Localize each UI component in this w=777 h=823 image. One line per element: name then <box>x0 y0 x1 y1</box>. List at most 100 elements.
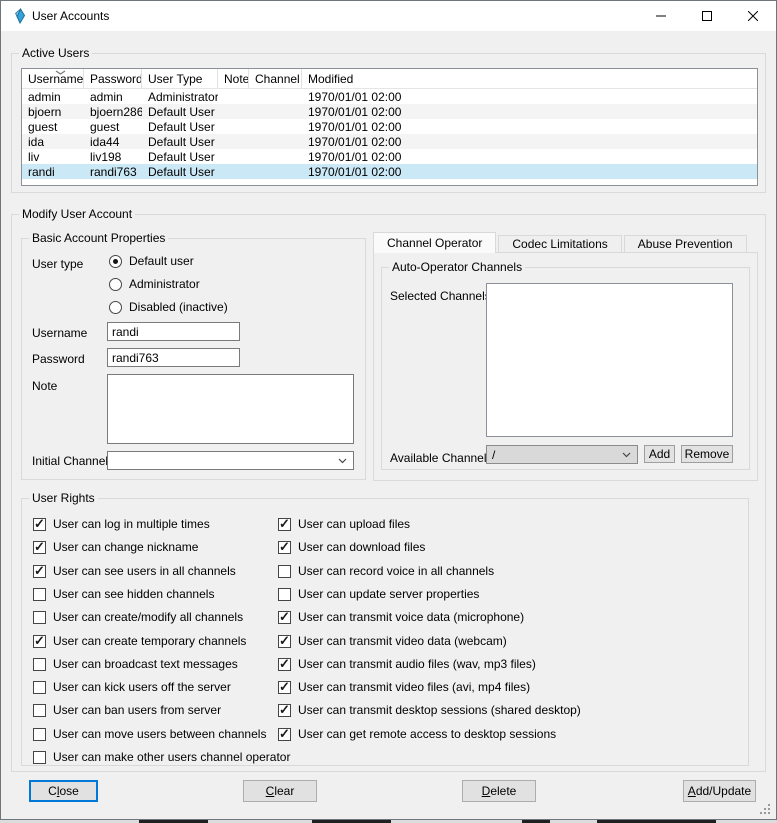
cell-username: randi <box>22 164 84 179</box>
user-right-checkbox[interactable]: User can broadcast text messages <box>33 656 238 672</box>
checked-checkbox-icon <box>33 565 46 578</box>
checked-checkbox-icon <box>278 681 291 694</box>
user-right-checkbox[interactable]: User can change nickname <box>33 539 198 555</box>
cell-password: randi763 <box>84 164 142 179</box>
maximize-button[interactable] <box>684 1 730 31</box>
user-right-checkbox[interactable]: User can get remote access to desktop se… <box>278 726 556 742</box>
cell-modified: 1970/01/01 02:00 <box>302 89 757 104</box>
minimize-icon <box>656 11 666 21</box>
checkbox-label: User can ban users from server <box>53 703 221 717</box>
table-row[interactable]: bjoernbjoern286Default User1970/01/01 02… <box>22 104 757 119</box>
password-field[interactable] <box>107 348 240 367</box>
column-header-user-type[interactable]: User Type <box>142 69 218 88</box>
unchecked-checkbox-icon <box>33 751 46 764</box>
user-right-checkbox[interactable]: User can log in multiple times <box>33 516 210 532</box>
user-right-checkbox[interactable]: User can kick users off the server <box>33 679 231 695</box>
selected-channels-listbox[interactable] <box>486 283 733 437</box>
user-right-checkbox[interactable]: User can download files <box>278 539 425 555</box>
user-right-checkbox[interactable]: User can record voice in all channels <box>278 563 494 579</box>
user-right-checkbox[interactable]: User can update server properties <box>278 586 479 602</box>
user-right-checkbox[interactable]: User can transmit video files (avi, mp4 … <box>278 679 530 695</box>
delete-button[interactable]: Delete <box>462 780 536 802</box>
checkbox-label: User can broadcast text messages <box>53 657 238 671</box>
table-row[interactable]: guestguestDefault User1970/01/01 02:00 <box>22 119 757 134</box>
cell-user_type: Default User <box>142 149 218 164</box>
table-row[interactable]: livliv198Default User1970/01/01 02:00 <box>22 149 757 164</box>
unchecked-checkbox-icon <box>278 588 291 601</box>
user-right-checkbox[interactable]: User can see users in all channels <box>33 563 236 579</box>
maximize-icon <box>702 11 712 21</box>
column-header-username[interactable]: Username <box>22 69 84 88</box>
cell-channel <box>249 89 302 104</box>
column-header-channel[interactable]: Channel <box>249 69 302 88</box>
checked-checkbox-icon <box>278 635 291 648</box>
user-type-radio-default-user[interactable]: Default user <box>109 253 194 269</box>
user-right-checkbox[interactable]: User can see hidden channels <box>33 586 214 602</box>
user-right-checkbox[interactable]: User can transmit desktop sessions (shar… <box>278 702 581 718</box>
close-button[interactable]: Close <box>29 780 98 802</box>
add-channel-button[interactable]: Add <box>644 445 675 463</box>
checkbox-label: User can update server properties <box>298 587 479 601</box>
user-accounts-dialog: User Accounts Active Users UsernamePassw… <box>0 0 777 820</box>
user-right-checkbox[interactable]: User can transmit audio files (wav, mp3 … <box>278 656 536 672</box>
user-right-checkbox[interactable]: User can upload files <box>278 516 410 532</box>
user-type-label: User type <box>32 257 83 271</box>
user-right-checkbox[interactable]: User can transmit voice data (microphone… <box>278 609 524 625</box>
close-button[interactable] <box>730 1 776 31</box>
column-header-password[interactable]: Password <box>84 69 142 88</box>
table-row[interactable]: adminadminAdministrator1970/01/01 02:00 <box>22 89 757 104</box>
tab-abuse-prevention[interactable]: Abuse Prevention <box>624 235 747 253</box>
table-row[interactable]: idaida44Default User1970/01/01 02:00 <box>22 134 757 149</box>
user-rights-group-label: User Rights <box>29 491 98 505</box>
tab-channel-operator[interactable]: Channel Operator <box>373 232 496 253</box>
cell-modified: 1970/01/01 02:00 <box>302 149 757 164</box>
checkbox-label: User can move users between channels <box>53 727 266 741</box>
cell-channel <box>249 164 302 179</box>
checkbox-label: User can get remote access to desktop se… <box>298 727 556 741</box>
user-right-checkbox[interactable]: User can move users between channels <box>33 726 266 742</box>
user-right-checkbox[interactable]: User can transmit video data (webcam) <box>278 633 507 649</box>
unchecked-checkbox-icon <box>33 728 46 741</box>
add-update-button[interactable]: Add/Update <box>683 780 756 802</box>
checkbox-label: User can change nickname <box>53 540 198 554</box>
chevron-down-icon <box>338 458 347 464</box>
column-header-note[interactable]: Note <box>218 69 249 88</box>
clear-button[interactable]: Clear <box>243 780 317 802</box>
checkbox-label: User can see users in all channels <box>53 564 236 578</box>
cell-note <box>218 149 249 164</box>
cell-channel <box>249 119 302 134</box>
cell-modified: 1970/01/01 02:00 <box>302 134 757 149</box>
available-channels-combobox[interactable]: / <box>486 445 638 464</box>
username-field[interactable] <box>107 322 240 341</box>
cell-username: liv <box>22 149 84 164</box>
column-header-modified[interactable]: Modified <box>302 69 757 88</box>
user-right-checkbox[interactable]: User can create/modify all channels <box>33 609 243 625</box>
user-right-checkbox[interactable]: User can create temporary channels <box>33 633 246 649</box>
minimize-button[interactable] <box>638 1 684 31</box>
cell-user_type: Default User <box>142 164 218 179</box>
user-type-radio-disabled-inactive-[interactable]: Disabled (inactive) <box>109 299 228 315</box>
table-row[interactable]: randirandi763Default User 1970/01/01 02:0… <box>22 164 757 179</box>
resize-grip[interactable] <box>760 804 771 815</box>
user-right-checkbox[interactable]: User can make other users channel operat… <box>33 749 290 765</box>
titlebar[interactable]: User Accounts <box>1 1 776 31</box>
note-label: Note <box>32 379 57 393</box>
cell-note <box>218 104 249 119</box>
tab-codec-limitations[interactable]: Codec Limitations <box>498 235 621 253</box>
checked-checkbox-icon <box>278 704 291 717</box>
initial-channel-combobox[interactable] <box>107 451 354 470</box>
active-users-table[interactable]: UsernamePasswordUser TypeNoteChannelModi… <box>21 68 758 186</box>
unchecked-checkbox-icon <box>33 588 46 601</box>
remove-channel-button[interactable]: Remove <box>681 445 733 463</box>
basic-group-label: Basic Account Properties <box>29 231 168 245</box>
radio-label: Disabled (inactive) <box>129 300 228 314</box>
user-type-radio-administrator[interactable]: Administrator <box>109 276 200 292</box>
cell-modified: 1970/01/01 02:00 <box>302 164 757 179</box>
user-right-checkbox[interactable]: User can ban users from server <box>33 702 221 718</box>
radio-label: Default user <box>129 254 194 268</box>
radio-icon <box>109 301 122 314</box>
note-field[interactable] <box>107 374 354 444</box>
table-header[interactable]: UsernamePasswordUser TypeNoteChannelModi… <box>22 69 757 89</box>
radio-icon <box>109 278 122 291</box>
radio-label: Administrator <box>129 277 200 291</box>
